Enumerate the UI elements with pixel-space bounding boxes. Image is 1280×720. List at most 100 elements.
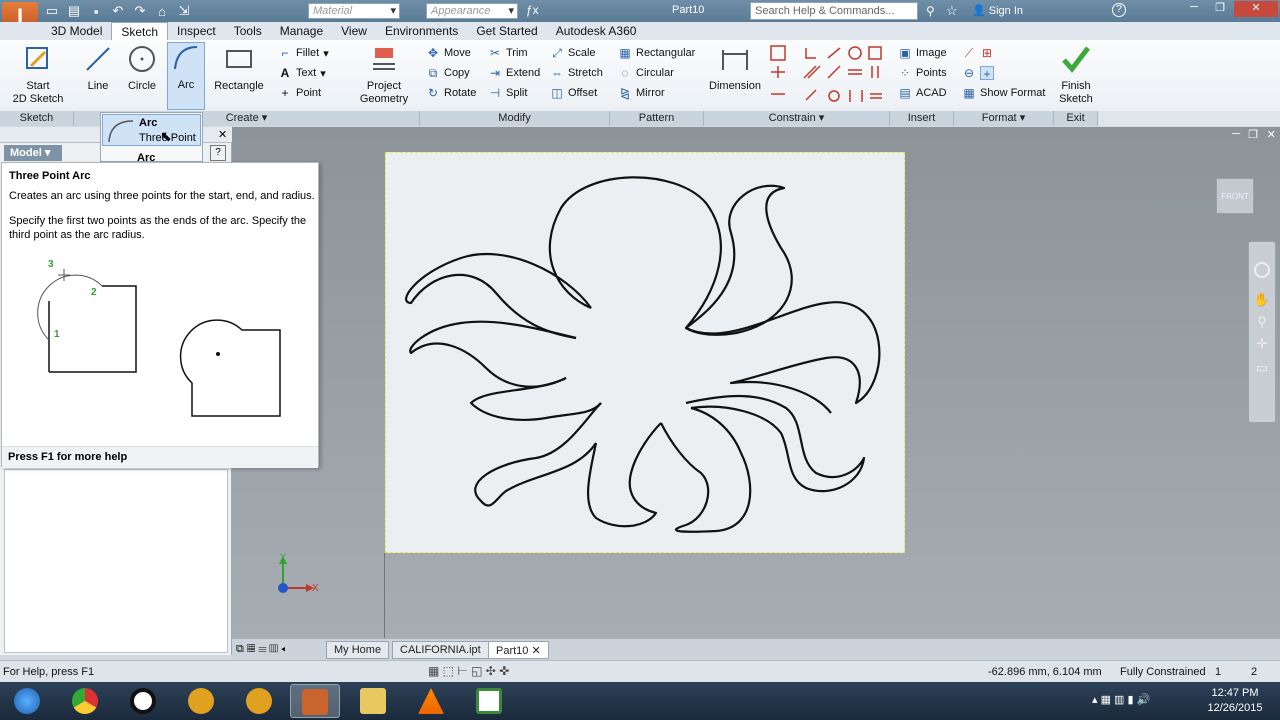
tab-part10[interactable]: Part10 ✕ <box>488 641 549 659</box>
fillet-button[interactable]: ⌐ Fillet ▾ <box>278 43 328 63</box>
point-button[interactable]: + Point <box>278 83 329 103</box>
finish-sketch-button[interactable]: Finish Sketch <box>1056 44 1096 106</box>
tab-view[interactable]: View <box>332 22 376 40</box>
scale-button[interactable]: ⤢ Scale <box>550 43 603 63</box>
tab-tools[interactable]: Tools <box>225 22 271 40</box>
taskbar-chrome[interactable] <box>60 684 110 718</box>
close-icon[interactable]: ✕ <box>1234 1 1278 17</box>
status-count-2: 2 <box>1251 666 1258 678</box>
select-icon[interactable]: ⇲ <box>176 3 192 19</box>
zoom-icon[interactable]: ⚲ <box>1249 314 1275 330</box>
acad-button[interactable]: ▤ ACAD <box>898 83 947 103</box>
steering-wheel-icon[interactable] <box>1254 262 1270 278</box>
pan-icon[interactable]: ✋ <box>1249 292 1275 308</box>
line-button[interactable]: Line <box>80 44 116 93</box>
browser-help-icon[interactable]: ? <box>210 145 226 161</box>
model-dropdown[interactable]: Model ▾ <box>4 145 62 161</box>
taskbar-explorer[interactable] <box>348 684 398 718</box>
extend-button[interactable]: ⇥ Extend <box>488 63 540 83</box>
viewport-minimize-icon[interactable]: ─ <box>1232 128 1240 140</box>
search-input[interactable]: Search Help & Commands... <box>750 2 918 20</box>
binoculars-icon[interactable]: ⚲ <box>926 4 935 18</box>
sketch-image[interactable] <box>385 152 905 553</box>
dimension-button[interactable]: Dimension <box>706 44 764 93</box>
image-button[interactable]: ▣ Image <box>898 43 946 63</box>
start-button[interactable] <box>2 684 52 718</box>
split-button[interactable]: ⊣ Split <box>488 83 540 103</box>
group-pattern: Pattern <box>610 111 704 126</box>
undo-icon[interactable]: ↶ <box>110 3 126 19</box>
tab-autodesk-a360[interactable]: Autodesk A360 <box>547 22 646 40</box>
viewcube[interactable]: FRONT <box>1216 178 1254 214</box>
tab-environments[interactable]: Environments <box>376 22 467 40</box>
home-icon[interactable]: ⌂ <box>154 4 170 19</box>
new-icon[interactable]: ▭ <box>44 3 60 19</box>
navigation-bar[interactable]: ✋ ⚲ ✛ ▭ <box>1248 241 1276 423</box>
taskbar-app-5[interactable] <box>234 684 284 718</box>
taskbar-app-3[interactable] <box>118 684 168 718</box>
offset-label: Offset <box>568 87 598 99</box>
rotate-button[interactable]: ↻ Rotate <box>426 83 476 103</box>
tab-get-started[interactable]: Get Started <box>467 22 546 40</box>
tab-sketch[interactable]: Sketch <box>111 22 169 40</box>
tab-my-home[interactable]: My Home <box>326 641 390 659</box>
circular-label: Circular <box>636 67 674 79</box>
text-button[interactable]: A Text ▾ <box>278 63 329 83</box>
format-toggle-row-2[interactable]: ⊖ + <box>962 63 1045 83</box>
material-combo[interactable]: Material <box>308 3 400 19</box>
dropdown-close-icon[interactable]: ✕ <box>218 128 227 141</box>
star-icon[interactable]: ☆ <box>946 3 958 19</box>
taskbar-vlc[interactable] <box>406 684 456 718</box>
taskbar-inventor[interactable] <box>290 684 340 718</box>
tab-manage[interactable]: Manage <box>271 22 332 40</box>
taskbar-clock[interactable]: 12:47 PM 12/26/2015 <box>1200 686 1270 716</box>
viewport-close-icon[interactable]: ✕ <box>1267 128 1276 141</box>
status-tool-icons[interactable]: ▦ ⬚ ⊢ ◱ ✣ ✜ <box>428 664 509 678</box>
points-button[interactable]: ⁘ Points <box>898 63 947 83</box>
help-icon[interactable]: ? <box>1112 3 1126 17</box>
stretch-button[interactable]: ⇔ Stretch <box>550 63 603 83</box>
show-format-button[interactable]: ▦ Show Format <box>962 83 1045 103</box>
start-2d-sketch-button[interactable]: Start 2D Sketch <box>10 44 66 106</box>
tile-icons[interactable]: ⧉ ▦ ☰ ▥ ◂ <box>236 643 285 656</box>
sketch-axis-line <box>384 553 385 638</box>
group-constrain[interactable]: Constrain ▾ <box>704 111 890 126</box>
appearance-combo[interactable]: Appearance <box>426 3 518 19</box>
group-format[interactable]: Format ▾ <box>954 111 1054 126</box>
trim-button[interactable]: ✂ Trim <box>488 43 540 63</box>
viewport-restore-icon[interactable]: ❐ <box>1248 128 1258 141</box>
sign-in-link[interactable]: 👤 Sign In <box>972 4 1023 17</box>
taskbar-app-4[interactable] <box>176 684 226 718</box>
rectangular-pattern-button[interactable]: ▦ Rectangular <box>618 43 695 63</box>
triad-y-label: Y <box>280 552 287 562</box>
taskbar-camtasia[interactable] <box>464 684 514 718</box>
project-geometry-button[interactable]: Project Geometry <box>356 44 412 106</box>
tray-icons[interactable]: ▴ ▦ ▥ ▮ 🔊 <box>1092 693 1150 706</box>
mirror-icon: ⧎ <box>619 86 631 100</box>
tab-inspect[interactable]: Inspect <box>168 22 225 40</box>
circle-button[interactable]: Circle <box>124 44 160 93</box>
tab-3d-model[interactable]: 3D Model <box>42 22 111 40</box>
tab-california[interactable]: CALIFORNIA.ipt <box>392 641 489 659</box>
look-at-icon[interactable]: ▭ <box>1249 360 1275 376</box>
arc-button[interactable]: Arc <box>167 42 205 110</box>
circular-pattern-button[interactable]: ◌ Circular <box>618 63 695 83</box>
open-icon[interactable]: ▤ <box>66 3 82 19</box>
offset-button[interactable]: ◫ Offset <box>550 83 603 103</box>
vlc-icon <box>418 688 444 714</box>
restore-icon[interactable]: ❐ <box>1208 1 1232 17</box>
rectangle-button[interactable]: Rectangle <box>212 44 266 93</box>
format-toggle-row[interactable]: ⟋ ⊞ <box>962 43 1045 63</box>
browser-tree[interactable] <box>4 469 228 653</box>
save-icon[interactable]: ▪ <box>88 4 104 19</box>
orbit-icon[interactable]: ✛ <box>1249 336 1275 352</box>
move-button[interactable]: ✥ Move <box>426 43 476 63</box>
three-point-arc-item[interactable]: Arc Three Point <box>102 114 201 146</box>
minimize-icon[interactable]: ─ <box>1182 1 1206 17</box>
mirror-button[interactable]: ⧎ Mirror <box>618 83 695 103</box>
redo-icon[interactable]: ↷ <box>132 3 148 19</box>
constraint-icons-grid[interactable] <box>768 44 888 108</box>
tab-close-icon[interactable]: ✕ <box>531 645 540 657</box>
fx-icon[interactable]: ƒx <box>526 3 539 17</box>
copy-button[interactable]: ⧉ Copy <box>426 63 476 83</box>
